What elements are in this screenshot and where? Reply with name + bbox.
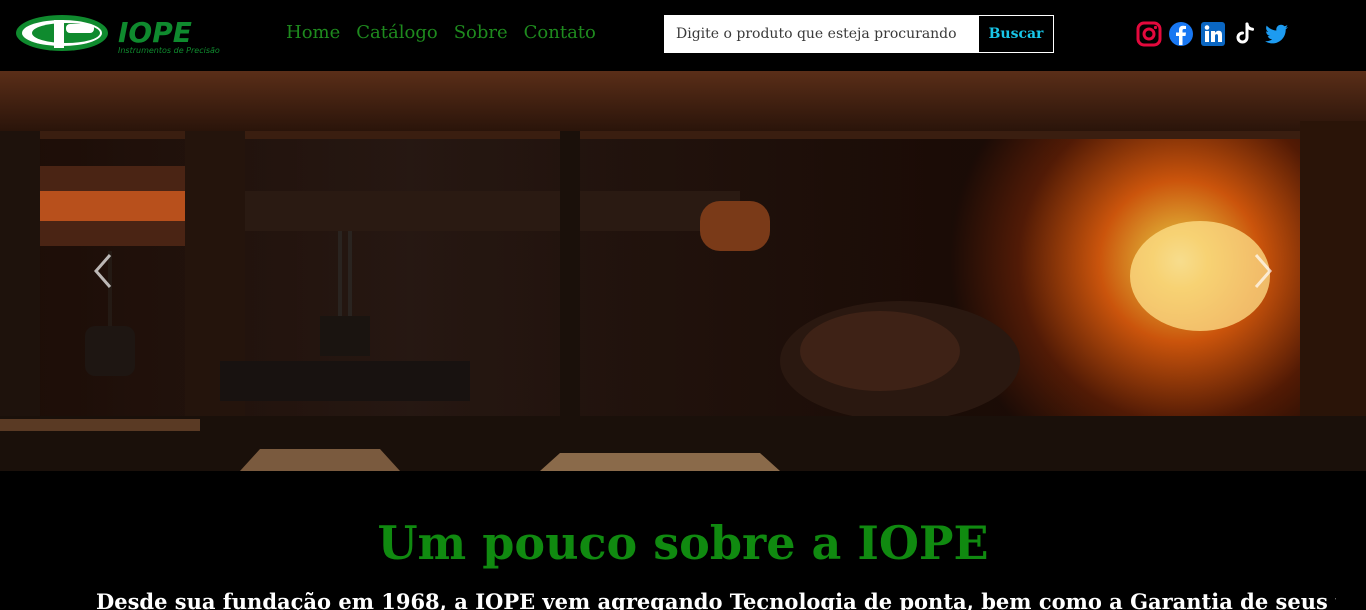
about-title: Um pouco sobre a IOPE bbox=[377, 516, 989, 570]
search-input[interactable] bbox=[664, 15, 978, 53]
twitter-icon[interactable] bbox=[1264, 21, 1290, 47]
prev-arrow-icon[interactable] bbox=[88, 251, 118, 291]
instagram-icon[interactable] bbox=[1136, 21, 1162, 47]
facebook-icon[interactable] bbox=[1168, 21, 1194, 47]
main-nav: Home Catálogo Sobre Contato bbox=[286, 22, 596, 43]
social-links bbox=[1136, 21, 1290, 47]
nav-contact-link[interactable]: Contato bbox=[524, 22, 596, 43]
logo-wordmark: IOPE bbox=[118, 16, 192, 49]
hero-image bbox=[0, 71, 1366, 471]
next-arrow-icon[interactable] bbox=[1248, 251, 1278, 291]
nav-home-link[interactable]: Home bbox=[286, 22, 340, 43]
nav-about-link[interactable]: Sobre bbox=[454, 22, 508, 43]
site-header: IOPE Instrumentos de Precisão Home Catál… bbox=[0, 0, 1366, 71]
logo-tagline: Instrumentos de Precisão bbox=[118, 46, 220, 55]
about-text: Desde sua fundação em 1968, a IOPE vem a… bbox=[96, 589, 1336, 610]
linkedin-icon[interactable] bbox=[1200, 21, 1226, 47]
search-bar: Buscar bbox=[664, 15, 1054, 53]
hero-carousel bbox=[0, 71, 1366, 471]
tiktok-icon[interactable] bbox=[1232, 21, 1258, 47]
iope-logo[interactable]: IOPE Instrumentos de Precisão bbox=[14, 12, 262, 58]
search-button[interactable]: Buscar bbox=[978, 15, 1054, 53]
nav-catalog-link[interactable]: Catálogo bbox=[356, 22, 437, 43]
